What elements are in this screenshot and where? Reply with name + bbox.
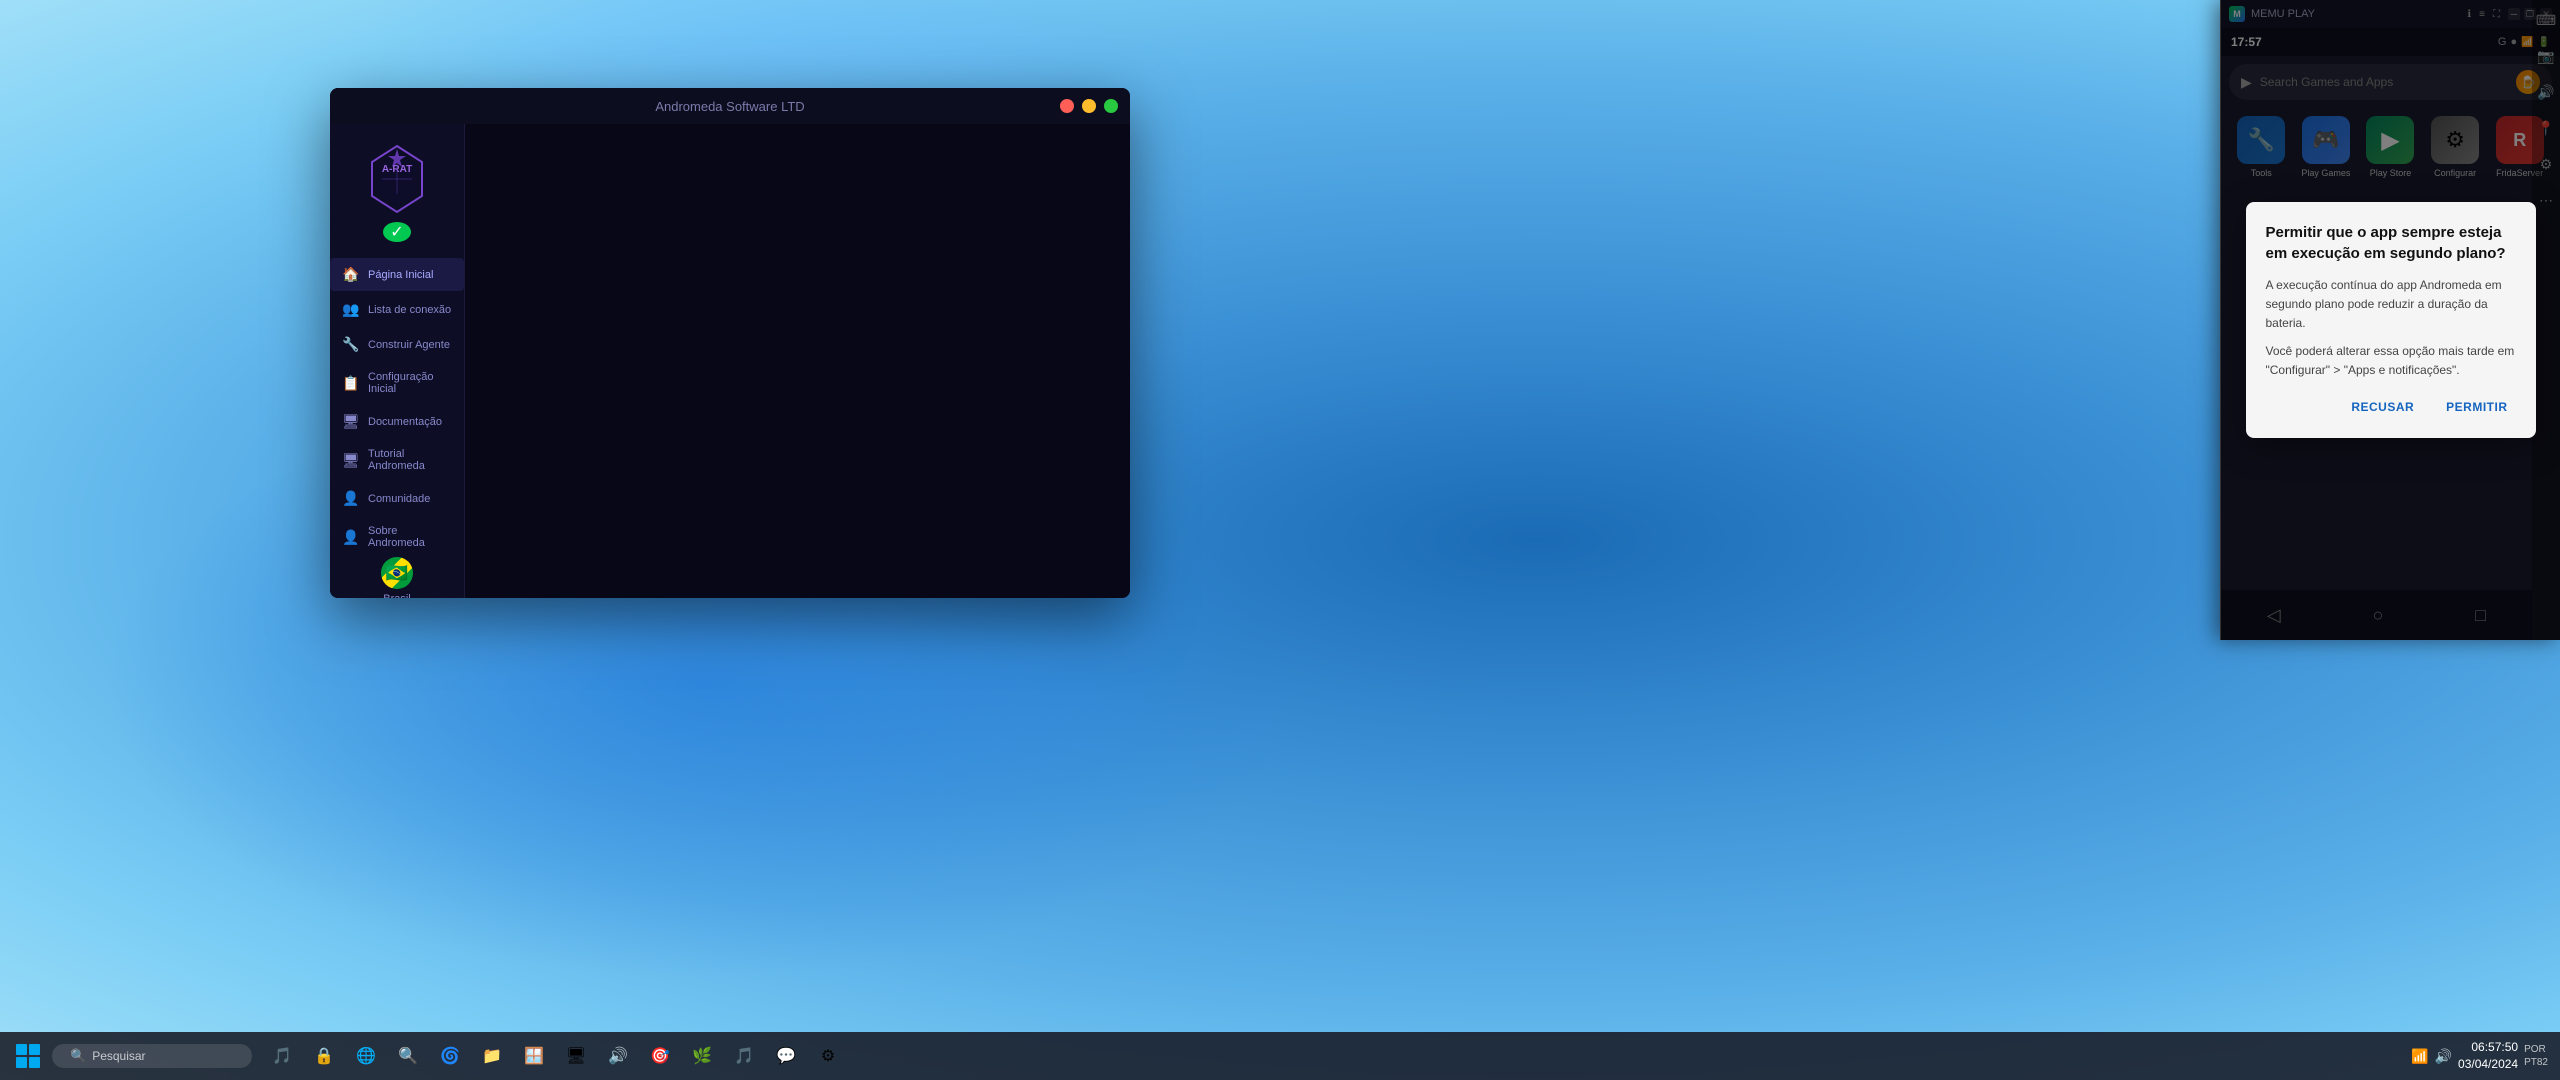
taskbar-icon-6[interactable]: 🪟 [516, 1038, 552, 1074]
home-icon: 🏠 [342, 266, 360, 283]
taskbar-icon-4[interactable]: 🌀 [432, 1038, 468, 1074]
community-icon: 👤 [342, 490, 360, 507]
arat-close-button[interactable] [1060, 99, 1074, 113]
sidebar-item-home[interactable]: 🏠 Página Inicial [330, 258, 464, 291]
dialog-body-2: Você poderá alterar essa opção mais tard… [2266, 342, 2516, 380]
arat-bottom-info: 🇧🇷 Brasil V4.5 [381, 557, 413, 598]
taskbar-icon-9[interactable]: 🎯 [642, 1038, 678, 1074]
arat-maximize-button[interactable] [1104, 99, 1118, 113]
sidebar-item-home-label: Página Inicial [368, 269, 433, 281]
arat-status-badge: ✓ [383, 222, 411, 242]
taskbar-icon-2[interactable]: 🌐 [348, 1038, 384, 1074]
dialog-allow-button[interactable]: PERMITIR [2438, 396, 2515, 418]
sidebar-item-build-label: Construir Agente [368, 339, 450, 351]
sidebar-item-about-label: Sobre Andromeda [368, 525, 452, 549]
config-icon: 📋 [342, 375, 360, 392]
taskbar-language: POR PT82 [2524, 1043, 2548, 1069]
arat-badge-icon: ✓ [390, 222, 403, 242]
dialog-title: Permitir que o app sempre esteja em exec… [2266, 222, 2516, 264]
arat-window: Andromeda Software LTD A-RAT [330, 88, 1130, 598]
dialog-body-1: A execução contínua do app Andromeda em … [2266, 276, 2516, 334]
taskbar-icon-10[interactable]: 🌿 [684, 1038, 720, 1074]
arat-minimize-button[interactable] [1082, 99, 1096, 113]
sidebar-item-community-label: Comunidade [368, 493, 430, 505]
memu-window: M MEMU PLAY ℹ ≡ ⛶ ─ ❐ ✕ 17:57 G ● 📶 🔋 ▶ … [2220, 0, 2560, 640]
memu-dialog-overlay: Permitir que o app sempre esteja em exec… [2221, 0, 2560, 640]
arat-main-content [465, 124, 1130, 598]
build-icon: 🔧 [342, 336, 360, 353]
arat-logo-svg: A-RAT [362, 144, 432, 214]
taskbar-tray: 📶 🔊 06:57:50 03/04/2024 POR PT82 [2411, 1039, 2548, 1073]
sidebar-item-tutorial-label: Tutorial Andromeda [368, 448, 452, 472]
dialog-body: A execução contínua do app Andromeda em … [2266, 276, 2516, 380]
taskbar-icon-12[interactable]: 💬 [768, 1038, 804, 1074]
sidebar-item-tutorial[interactable]: 🖥 Tutorial Andromeda [330, 440, 464, 480]
sidebar-item-about[interactable]: 👤 Sobre Andromeda [330, 517, 464, 557]
sidebar-item-config[interactable]: 📋 Configuração Inicial [330, 363, 464, 403]
sidebar-item-connections-label: Lista de conexão [368, 304, 451, 316]
sidebar-item-docs[interactable]: 🖥 Documentação [330, 405, 464, 438]
taskbar-network-icon: 📶 [2411, 1048, 2428, 1065]
windows-logo [16, 1044, 40, 1068]
dialog-decline-button[interactable]: RECUSAR [2343, 396, 2422, 418]
taskbar-icon-13[interactable]: ⚙ [810, 1038, 846, 1074]
taskbar-time: 06:57:50 [2458, 1039, 2518, 1056]
sidebar-item-config-label: Configuração Inicial [368, 371, 452, 395]
connections-icon: 👥 [342, 301, 360, 318]
start-button[interactable] [12, 1040, 44, 1072]
taskbar-search[interactable]: 🔍 Pesquisar [52, 1044, 252, 1068]
arat-window-controls [1060, 99, 1118, 113]
arat-sidebar: A-RAT ✓ 🏠 Página Inicial 👥 Lista de cone… [330, 124, 465, 598]
taskbar-search-icon: 🔍 [70, 1048, 86, 1064]
sidebar-item-connections[interactable]: 👥 Lista de conexão [330, 293, 464, 326]
taskbar-icon-3[interactable]: 🔍 [390, 1038, 426, 1074]
taskbar-app-icons: 🎵 🔒 🌐 🔍 🌀 📁 🪟 🖥 🔊 🎯 🌿 🎵 💬 ⚙ [264, 1038, 2411, 1074]
taskbar-clock[interactable]: 06:57:50 03/04/2024 [2458, 1039, 2518, 1073]
arat-window-title: Andromeda Software LTD [655, 99, 804, 114]
sidebar-item-community[interactable]: 👤 Comunidade [330, 482, 464, 515]
taskbar-icon-5[interactable]: 📁 [474, 1038, 510, 1074]
arat-titlebar: Andromeda Software LTD [330, 88, 1130, 124]
about-icon: 👤 [342, 529, 360, 546]
arat-country-flag: 🇧🇷 [381, 557, 413, 589]
memu-permission-dialog: Permitir que o app sempre esteja em exec… [2246, 202, 2536, 438]
taskbar: 🔍 Pesquisar 🎵 🔒 🌐 🔍 🌀 📁 🪟 🖥 🔊 🎯 🌿 🎵 💬 ⚙ … [0, 1032, 2560, 1080]
arat-logo: A-RAT [357, 144, 437, 214]
taskbar-icon-1[interactable]: 🔒 [306, 1038, 342, 1074]
taskbar-icon-0[interactable]: 🎵 [264, 1038, 300, 1074]
taskbar-icon-7[interactable]: 🖥 [558, 1038, 594, 1074]
taskbar-icon-8[interactable]: 🔊 [600, 1038, 636, 1074]
sidebar-item-docs-label: Documentação [368, 416, 442, 428]
docs-icon: 🖥 [342, 413, 360, 430]
dialog-actions: RECUSAR PERMITIR [2266, 396, 2516, 418]
taskbar-date: 03/04/2024 [2458, 1056, 2518, 1073]
taskbar-volume-icon: 🔊 [2435, 1048, 2452, 1065]
taskbar-icon-11[interactable]: 🎵 [726, 1038, 762, 1074]
arat-nav: 🏠 Página Inicial 👥 Lista de conexão 🔧 Co… [330, 258, 464, 557]
arat-country-label: Brasil [383, 593, 411, 598]
tutorial-icon: 🖥 [342, 452, 360, 469]
taskbar-search-placeholder: Pesquisar [92, 1049, 145, 1063]
sidebar-item-build[interactable]: 🔧 Construir Agente [330, 328, 464, 361]
